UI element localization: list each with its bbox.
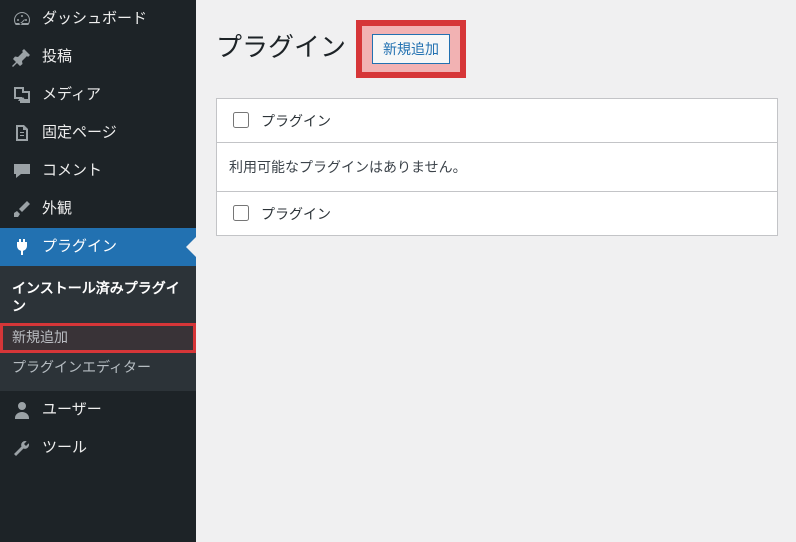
column-plugin-header[interactable]: プラグイン: [253, 111, 765, 131]
sidebar-item-dashboard[interactable]: ダッシュボード: [0, 0, 196, 38]
sidebar-item-label: 投稿: [42, 47, 72, 67]
page-title: プラグイン: [216, 32, 346, 66]
sidebar-item-label: ユーザー: [42, 400, 102, 420]
select-all-bottom[interactable]: [229, 202, 253, 225]
submenu-item-label: プラグインエディター: [12, 360, 151, 376]
pin-icon: [10, 47, 34, 67]
sidebar-item-posts[interactable]: 投稿: [0, 38, 196, 76]
add-new-highlight: 新規追加: [356, 20, 466, 78]
sidebar-item-label: メディア: [42, 85, 101, 105]
submenu-item-label: 新規追加: [12, 330, 68, 346]
add-new-button[interactable]: 新規追加: [372, 34, 450, 64]
sidebar-item-label: プラグイン: [42, 237, 117, 257]
sidebar-item-label: ダッシュボード: [42, 9, 147, 29]
sidebar-item-comments[interactable]: コメント: [0, 152, 196, 190]
sidebar-item-label: ツール: [42, 438, 87, 458]
table-footer-row: プラグイン: [217, 192, 777, 235]
page-icon: [10, 123, 34, 143]
user-icon: [10, 400, 34, 420]
sidebar-item-media[interactable]: メディア: [0, 76, 196, 114]
sidebar-item-appearance[interactable]: 外観: [0, 190, 196, 228]
sidebar-item-tools[interactable]: ツール: [0, 429, 196, 467]
select-all-top[interactable]: [229, 109, 253, 132]
page-title-bar: プラグイン 新規追加: [216, 20, 776, 78]
select-all-checkbox[interactable]: [233, 205, 249, 221]
media-icon: [10, 85, 34, 105]
sidebar-item-label: 固定ページ: [42, 123, 117, 143]
submenu-item-add-new[interactable]: 新規追加: [0, 323, 196, 353]
sidebar-item-plugins[interactable]: プラグイン: [0, 228, 196, 266]
submenu-item-label: インストール済みプラグイン: [12, 281, 180, 315]
submenu-item-installed-plugins[interactable]: インストール済みプラグイン: [0, 274, 196, 322]
plugins-table: プラグイン 利用可能なプラグインはありません。 プラグイン: [216, 98, 778, 236]
main-content: プラグイン 新規追加 プラグイン 利用可能なプラグインはありません。 プラグイン: [196, 0, 796, 542]
sidebar-item-users[interactable]: ユーザー: [0, 391, 196, 429]
table-header-row: プラグイン: [217, 99, 777, 143]
brush-icon: [10, 199, 34, 219]
sidebar-item-label: コメント: [42, 161, 102, 181]
sidebar-submenu-plugins: インストール済みプラグイン 新規追加 プラグインエディター: [0, 266, 196, 391]
admin-sidebar: ダッシュボード 投稿 メディア 固: [0, 0, 196, 542]
sidebar-item-pages[interactable]: 固定ページ: [0, 114, 196, 152]
dashboard-icon: [10, 9, 34, 29]
column-plugin-footer[interactable]: プラグイン: [253, 204, 765, 224]
wrench-icon: [10, 438, 34, 458]
sidebar-item-label: 外観: [42, 199, 72, 219]
submenu-item-plugin-editor[interactable]: プラグインエディター: [0, 353, 196, 383]
plugin-icon: [10, 237, 34, 257]
select-all-checkbox[interactable]: [233, 112, 249, 128]
no-items-message: 利用可能なプラグインはありません。: [217, 143, 777, 192]
comment-icon: [10, 161, 34, 181]
